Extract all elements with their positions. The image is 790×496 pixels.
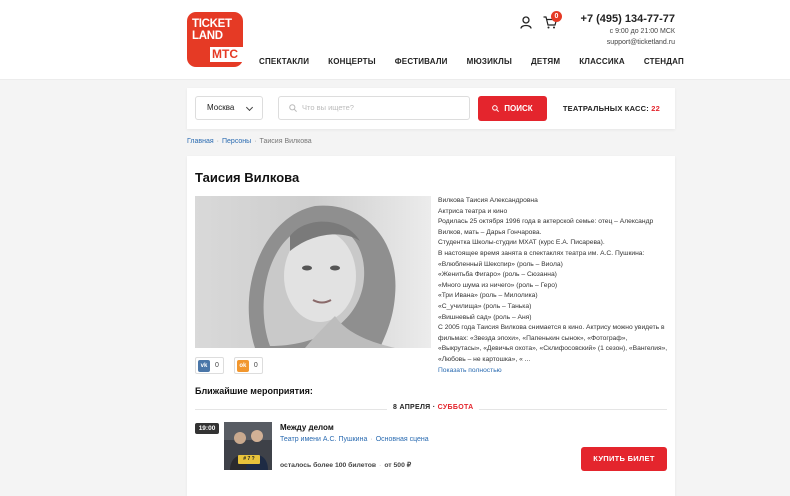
- breadcrumb-home[interactable]: Главная: [187, 138, 214, 145]
- main-nav: СПЕКТАКЛИ КОНЦЕРТЫ ФЕСТИВАЛИ МЮЗИКЛЫ ДЕТ…: [259, 57, 684, 66]
- logo-line2: LAND: [192, 30, 223, 42]
- ticket-price: от 500 ₽: [384, 462, 412, 469]
- support-email[interactable]: support@ticketland.ru: [581, 37, 675, 48]
- search-icon: [289, 104, 297, 112]
- bio-line: «Женитьба Фигаро» (роль – Сюзанна): [438, 271, 557, 279]
- breadcrumb: Главная · Персоны · Таисия Вилкова: [187, 138, 312, 145]
- event-date: 8 АПРЕЛЯ · СУББОТА: [387, 404, 480, 411]
- site-header: TICKET LAND МТС 0 +7 (495) 134-77-77 с 9…: [0, 0, 790, 80]
- bio-line: Актриса театра и кино: [438, 207, 508, 215]
- hall-link[interactable]: Основная сцена: [376, 436, 429, 443]
- nav-item-standup[interactable]: СТЕНДАП: [644, 57, 684, 66]
- search-button[interactable]: ПОИСК: [478, 96, 547, 121]
- search-button-label: ПОИСК: [504, 104, 533, 113]
- search-placeholder: Что вы ищете?: [302, 103, 354, 112]
- nav-item-spektakli[interactable]: СПЕКТАКЛИ: [259, 57, 309, 66]
- bio-line: «Три Ивана» (роль – Милолика): [438, 292, 538, 300]
- search-bar: Москва Что вы ищете? ПОИСК ТЕАТРАЛЬНЫХ К…: [187, 88, 675, 129]
- event-time: 19:00: [195, 423, 219, 434]
- person-card: Таисия Вилкова Вилкова Таисия Александро…: [187, 156, 675, 496]
- tickets-remaining: осталось более 100 билетов: [280, 462, 377, 469]
- city-value: Москва: [207, 103, 235, 112]
- bio-line: Студентка Школы-студии МХАТ (курс Е.А. П…: [438, 239, 605, 247]
- bio-line: В настоящее время занята в спектаклях те…: [438, 249, 645, 257]
- person-photo: [195, 196, 431, 348]
- cart-count-badge: 0: [551, 11, 562, 22]
- venue-link[interactable]: Театр имени А.С. Пушкина: [280, 436, 367, 443]
- breadcrumb-current: Таисия Вилкова: [259, 138, 312, 145]
- theatre-box-offices[interactable]: ТЕАТРАЛЬНЫХ КАСС: 22: [563, 88, 660, 129]
- bio-line: «С_училища» (роль – Танька): [438, 302, 532, 310]
- bio-line: «Влюбленный Шекспир» (роль – Виола): [438, 260, 563, 268]
- work-hours: с 9:00 до 21:00 МСК: [609, 28, 675, 35]
- nav-item-myuzikly[interactable]: МЮЗИКЛЫ: [467, 57, 512, 66]
- kass-label: ТЕАТРАЛЬНЫХ КАСС:: [562, 104, 649, 113]
- tickets-left: осталось более 100 билетов · от 500 ₽: [280, 462, 412, 469]
- nav-item-festivali[interactable]: ФЕСТИВАЛИ: [395, 57, 448, 66]
- search-icon: [492, 105, 500, 112]
- vk-count: 0: [215, 362, 219, 369]
- event-weekday: СУББОТА: [437, 404, 474, 411]
- ticketland-logo[interactable]: TICKET LAND МТС: [187, 12, 243, 67]
- nav-item-detyam[interactable]: ДЕТЯМ: [531, 57, 560, 66]
- bio-line: «Много шума из ничего» (роль – Геро): [438, 281, 558, 289]
- event-title[interactable]: Между делом: [280, 423, 334, 432]
- vk-icon: vk: [198, 359, 210, 372]
- date-separator: 8 АПРЕЛЯ · СУББОТА: [187, 404, 675, 411]
- events-heading: Ближайшие мероприятия:: [195, 386, 313, 396]
- ok-share-button[interactable]: ok 0: [233, 357, 263, 374]
- portrait-image: [195, 196, 431, 348]
- poster-badge: # 7 ?: [238, 455, 260, 464]
- show-more-link[interactable]: Показать полностью: [438, 366, 668, 377]
- bio-line: «Вишневый сад» (роль – Аня): [438, 313, 532, 321]
- bio-line: Родилась 25 октября 1996 года в актерско…: [438, 218, 654, 236]
- breadcrumb-persons[interactable]: Персоны: [222, 138, 251, 145]
- chevron-down-icon: [245, 103, 254, 112]
- event-date-day: 8 АПРЕЛЯ: [393, 404, 431, 411]
- person-bio: Вилкова Таисия Александровна Актриса теа…: [438, 196, 668, 376]
- contact-block: +7 (495) 134-77-77 с 9:00 до 21:00 МСК s…: [581, 12, 675, 48]
- page-title: Таисия Вилкова: [195, 170, 300, 185]
- city-select[interactable]: Москва: [195, 96, 263, 120]
- event-poster[interactable]: # 7 ?: [224, 422, 272, 470]
- social-share: vk 0 ok 0: [195, 357, 263, 374]
- buy-ticket-button[interactable]: КУПИТЬ БИЛЕТ: [581, 447, 667, 471]
- nav-item-klassika[interactable]: КЛАССИКА: [579, 57, 625, 66]
- user-icon[interactable]: [520, 16, 532, 29]
- logo-line1: TICKET: [192, 18, 232, 30]
- event-venue: Театр имени А.С. Пушкина · Основная сцена: [280, 436, 429, 443]
- odnoklassniki-icon: ok: [236, 359, 249, 372]
- bio-line: С 2005 года Таисия Вилкова снимается в к…: [438, 324, 668, 363]
- ok-count: 0: [253, 362, 258, 369]
- nav-item-koncerty[interactable]: КОНЦЕРТЫ: [328, 57, 376, 66]
- search-input[interactable]: Что вы ищете?: [278, 96, 470, 120]
- vk-share-button[interactable]: vk 0: [195, 357, 224, 374]
- phone-number[interactable]: +7 (495) 134-77-77: [581, 12, 675, 26]
- logo-brand: МТС: [210, 47, 243, 62]
- event-row: 19:00 # 7 ? Между делом Театр имени А.С.…: [195, 422, 667, 472]
- bio-line: Вилкова Таисия Александровна: [438, 197, 538, 204]
- kass-count: 22: [651, 104, 660, 113]
